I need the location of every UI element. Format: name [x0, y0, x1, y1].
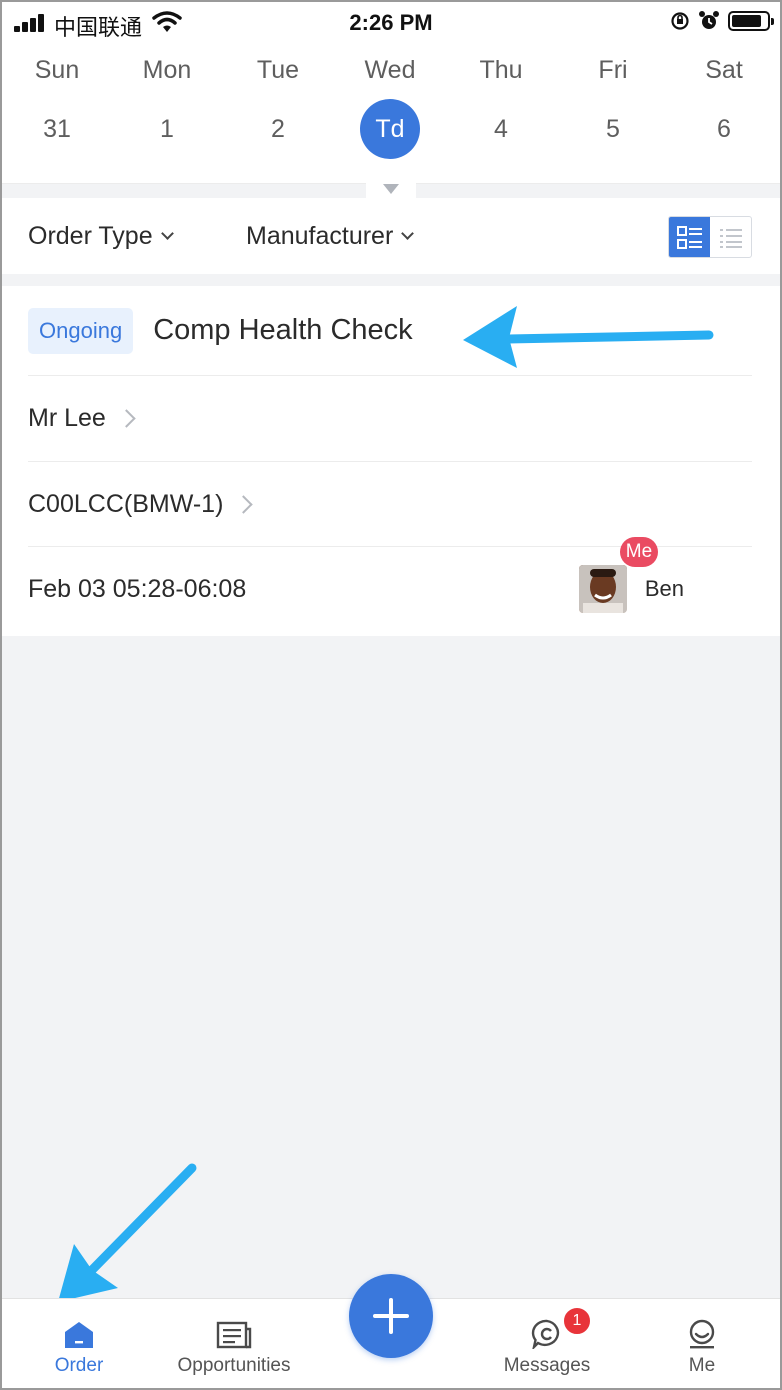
home-icon [65, 1322, 93, 1348]
status-icons [670, 10, 774, 32]
day-name: Mon [142, 56, 192, 84]
day-number: 4 [494, 114, 508, 143]
day-number: 5 [606, 114, 620, 143]
day-number: 2 [271, 114, 285, 143]
me-badge: Me [620, 537, 658, 567]
day-wed[interactable]: Wed Td [335, 44, 445, 159]
day-number: 1 [160, 114, 174, 143]
vehicle-plate: C00LCC(BMW-1) [28, 489, 224, 518]
order-type-filter[interactable]: Order Type [28, 222, 174, 251]
tab-label: Order [54, 1355, 104, 1376]
filter-bar: Order Type Manufacturer [2, 198, 780, 274]
day-name: Sat [705, 56, 743, 84]
chevron-down-icon [160, 227, 174, 240]
tab-order[interactable]: Order [30, 1299, 128, 1388]
newspaper-icon [216, 1321, 252, 1349]
day-name: Fri [598, 56, 628, 84]
day-name: Wed [364, 56, 416, 84]
manufacturer-filter[interactable]: Manufacturer [246, 222, 415, 251]
day-name: Tue [256, 56, 300, 84]
tab-me[interactable]: Me [662, 1299, 742, 1388]
customer-name: Mr Lee [28, 404, 106, 432]
chevron-right-icon [117, 409, 136, 428]
rotation-lock-icon [671, 12, 689, 30]
card-view-button[interactable] [669, 217, 710, 257]
day-fri[interactable]: Fri 5 [558, 44, 668, 159]
day-thu[interactable]: Thu 4 [446, 44, 556, 159]
alarm-icon [699, 11, 719, 29]
tab-label: Me [688, 1355, 716, 1376]
add-order-button[interactable] [349, 1274, 433, 1358]
customer-row[interactable]: Mr Lee [28, 376, 752, 462]
battery-icon [728, 11, 774, 31]
order-card[interactable]: Ongoing Comp Health Check Mr Lee C00LCC(… [2, 286, 780, 636]
order-header-row: Ongoing Comp Health Check [28, 286, 752, 376]
expand-calendar-icon[interactable] [383, 184, 399, 194]
day-number: 6 [717, 114, 731, 143]
tab-label: Messages [503, 1355, 591, 1376]
day-tue[interactable]: Tue 2 [223, 44, 333, 159]
day-mon[interactable]: Mon 1 [112, 44, 222, 159]
view-mode-toggle [668, 216, 752, 258]
manufacturer-label: Manufacturer [246, 222, 394, 250]
list-view-button[interactable] [710, 217, 751, 257]
annotation-arrow-order-tab [58, 1163, 197, 1302]
day-number: 31 [43, 114, 71, 143]
chevron-right-icon [234, 494, 254, 514]
card-view-icon [676, 226, 702, 249]
plus-icon [373, 1298, 409, 1334]
today-marker: Td [360, 99, 420, 159]
order-type-label: Order Type [28, 222, 153, 250]
tab-label: Opportunities [177, 1355, 291, 1376]
vehicle-row[interactable]: C00LCC(BMW-1) [28, 462, 752, 547]
tab-opportunities[interactable]: Opportunities [164, 1299, 304, 1388]
chevron-down-icon [401, 227, 415, 240]
order-title: Comp Health Check [153, 314, 413, 346]
messages-count-badge: 1 [562, 1306, 592, 1336]
smiley-icon [689, 1319, 715, 1349]
list-view-icon [719, 229, 742, 248]
day-name: Thu [479, 56, 523, 84]
week-calendar: Sun 31 Mon 1 Tue 2 Wed Td Thu 4 Fri 5 Sa… [2, 44, 780, 184]
status-time: 2:26 PM [349, 10, 433, 35]
assignee-name: Ben [644, 576, 684, 601]
phone-frame: 中国联通 2:26 PM Sun 31 Mon 1 Tue 2 Wed Td T… [0, 0, 782, 1390]
avatar-face [578, 565, 627, 613]
avatar [578, 565, 627, 613]
schedule-time: Feb 03 05:28-06:08 [28, 574, 247, 603]
day-sun[interactable]: Sun 31 [2, 44, 112, 159]
chat-icon [531, 1319, 560, 1349]
status-badge: Ongoing [28, 307, 134, 354]
status-bar: 中国联通 2:26 PM [2, 2, 780, 44]
day-name: Sun [34, 56, 80, 84]
day-sat[interactable]: Sat 6 [669, 44, 779, 159]
